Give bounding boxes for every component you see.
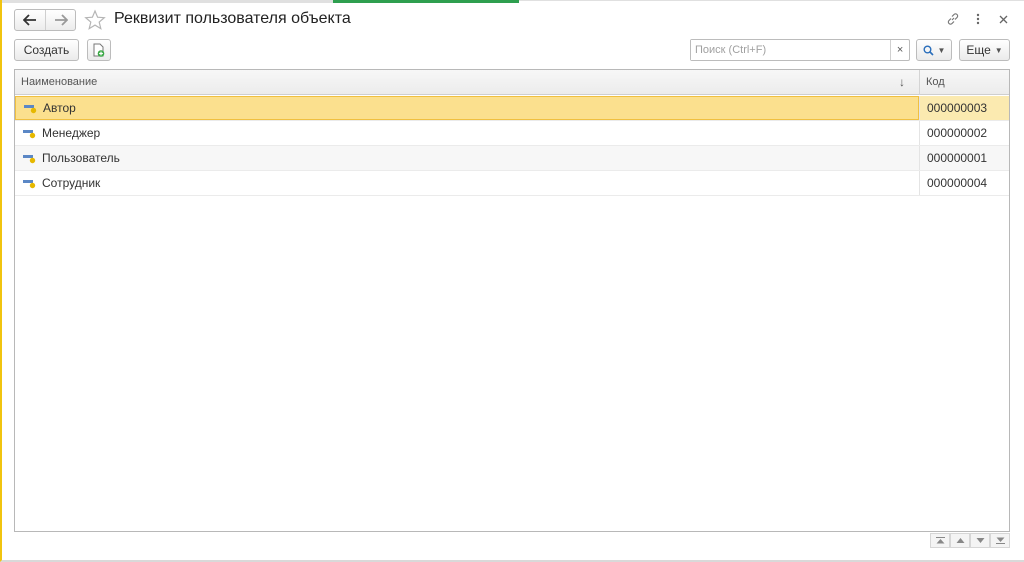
- search-button[interactable]: ▼: [916, 39, 952, 61]
- chevron-down-icon: ▼: [994, 45, 1003, 55]
- more-button[interactable]: Еще ▼: [959, 39, 1010, 61]
- row-code: 000000003: [919, 96, 1009, 120]
- navigation-buttons: [14, 9, 76, 31]
- arrow-left-icon: [23, 14, 36, 26]
- table-header: Наименование ↓ Код: [15, 70, 1009, 95]
- sort-arrow-icon: ↓: [899, 75, 905, 89]
- table-row[interactable]: Менеджер 000000002: [15, 121, 1009, 146]
- attribute-icon: [23, 179, 36, 188]
- row-name: Менеджер: [42, 126, 101, 140]
- attribute-icon: [23, 129, 36, 138]
- arrow-up-icon: [956, 538, 964, 543]
- forward-button[interactable]: [45, 10, 75, 30]
- column-header-code[interactable]: Код: [919, 70, 1009, 95]
- scroll-last-button[interactable]: [990, 533, 1010, 548]
- scroll-up-button[interactable]: [950, 533, 970, 548]
- link-icon[interactable]: [945, 11, 961, 27]
- last-page-icon: [995, 537, 1005, 544]
- search-input[interactable]: [691, 40, 891, 60]
- page-title: Реквизит пользователя объекта: [114, 10, 351, 27]
- row-code: 000000004: [919, 171, 1009, 195]
- active-tab-indicator: [333, 0, 519, 3]
- tab-strip: [2, 0, 1024, 3]
- star-icon[interactable]: [84, 9, 106, 31]
- form-window: Реквизит пользователя объекта Создать × …: [0, 0, 1024, 562]
- arrow-right-icon: [54, 14, 68, 26]
- row-name: Сотрудник: [42, 176, 101, 190]
- create-button[interactable]: Создать: [14, 39, 79, 61]
- copy-doc-icon: [93, 43, 105, 57]
- chevron-down-icon: ▼: [937, 45, 946, 55]
- data-table[interactable]: Наименование ↓ Код Автор 000000003 Менед…: [14, 69, 1010, 532]
- table-row[interactable]: Пользователь 000000001: [15, 146, 1009, 171]
- attribute-icon: [23, 154, 36, 163]
- column-header-name[interactable]: Наименование: [15, 70, 919, 95]
- search-field: ×: [690, 39, 910, 61]
- copy-button[interactable]: [87, 39, 111, 61]
- row-name: Автор: [43, 101, 76, 115]
- table-row[interactable]: Автор 000000003: [15, 96, 1009, 121]
- search-icon: [923, 45, 934, 56]
- table-row[interactable]: Сотрудник 000000004: [15, 171, 1009, 196]
- row-code: 000000002: [919, 121, 1009, 145]
- back-button[interactable]: [15, 10, 45, 30]
- first-page-icon: [935, 537, 945, 544]
- row-code: 000000001: [919, 146, 1009, 170]
- close-icon[interactable]: [995, 11, 1011, 27]
- scroll-down-button[interactable]: [970, 533, 990, 548]
- more-label: Еще: [966, 43, 991, 57]
- arrow-down-icon: [976, 538, 984, 543]
- scroll-first-button[interactable]: [930, 533, 950, 548]
- row-name: Пользователь: [42, 151, 120, 165]
- attribute-icon: [24, 104, 37, 113]
- search-clear-button[interactable]: ×: [890, 40, 909, 60]
- more-vert-icon[interactable]: [970, 11, 986, 27]
